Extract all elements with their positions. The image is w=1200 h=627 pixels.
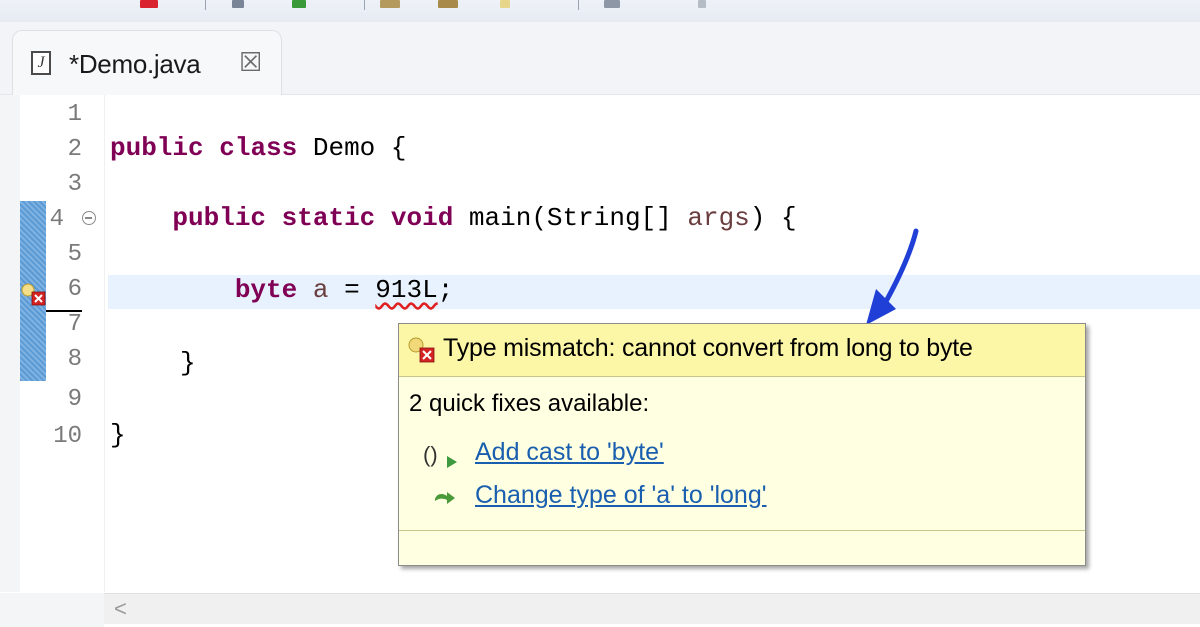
main-toolbar xyxy=(0,0,1200,23)
toolbar-separator xyxy=(205,0,206,10)
cast-icon: () xyxy=(423,442,457,468)
variable-name: a xyxy=(312,275,329,305)
popup-header: Type mismatch: cannot convert from long … xyxy=(399,324,1085,377)
pointer-icon[interactable] xyxy=(698,0,706,8)
svg-text:(): () xyxy=(423,442,438,467)
change-type-icon xyxy=(435,492,455,504)
tab-title: *Demo.java xyxy=(69,49,201,79)
error-literal[interactable]: 913L xyxy=(375,275,437,305)
tab-demo-java[interactable]: J *Demo.java ☒ xyxy=(12,30,282,95)
pin-icon[interactable] xyxy=(232,0,244,8)
quick-fix-error-icon[interactable] xyxy=(20,282,48,306)
editor-tab-bar: J *Demo.java ☒ xyxy=(0,22,1200,95)
run-icon[interactable] xyxy=(292,0,306,8)
folder-icon[interactable] xyxy=(380,0,400,8)
line-number: 2 xyxy=(67,136,82,163)
code-line-10[interactable]: } xyxy=(110,420,126,450)
keyword: void xyxy=(390,203,454,233)
line-number-gutter xyxy=(46,95,105,592)
fix-change-type-link[interactable]: Change type of 'a' to 'long' xyxy=(475,481,767,510)
class-name: Demo { xyxy=(312,133,407,163)
keyword: static xyxy=(281,203,376,233)
annotation-arrow-icon xyxy=(866,228,919,325)
stop-icon[interactable] xyxy=(140,0,158,8)
editor-bottom-corner xyxy=(0,593,104,627)
window-icon[interactable] xyxy=(604,0,620,8)
code-punctuation: ) { xyxy=(749,203,797,233)
operator: = xyxy=(344,275,360,305)
error-message: Type mismatch: cannot convert from long … xyxy=(443,334,973,362)
parameter-name: args xyxy=(687,203,750,233)
horizontal-scrollbar[interactable]: < xyxy=(104,593,1200,624)
keyword: byte xyxy=(234,275,298,305)
code-line-4[interactable]: public static void main(String[] args) { xyxy=(110,203,797,233)
code-line-8[interactable]: } xyxy=(180,348,196,378)
vertical-ruler xyxy=(0,95,20,592)
toolbar-separator xyxy=(364,0,365,10)
keyword: public xyxy=(110,133,204,163)
line-number: 7 xyxy=(67,311,82,338)
error-lightbulb-icon xyxy=(408,337,435,363)
package-icon[interactable] xyxy=(438,0,458,8)
line-number: 6 xyxy=(67,276,82,303)
light-icon[interactable] xyxy=(500,0,510,8)
line-number: 8 xyxy=(67,346,82,373)
toolbar-separator xyxy=(578,0,579,10)
code-line-6[interactable]: byte a = 913L; xyxy=(110,275,454,305)
java-file-icon: J xyxy=(31,51,51,75)
line-marker-underline xyxy=(46,310,82,312)
code-line-2[interactable]: public class Demo { xyxy=(110,133,406,163)
method-signature: main(String[] xyxy=(468,203,688,233)
line-number: 10 xyxy=(53,423,82,450)
line-number: 9 xyxy=(67,386,82,413)
line-number: 5 xyxy=(67,241,82,268)
popup-footer-divider xyxy=(399,530,1085,531)
scroll-left-icon[interactable]: < xyxy=(114,596,127,622)
line-number: 1 xyxy=(67,101,82,128)
quick-fix-hover-popup: Type mismatch: cannot convert from long … xyxy=(398,323,1086,566)
semicolon: ; xyxy=(437,275,454,305)
keyword: public xyxy=(172,203,267,233)
line-number: 3 xyxy=(67,171,82,198)
quick-fix-count: 2 quick fixes available: xyxy=(409,390,650,417)
close-icon[interactable]: ☒ xyxy=(239,47,262,78)
keyword: class xyxy=(219,133,298,163)
fix-add-cast-link[interactable]: Add cast to 'byte' xyxy=(475,438,664,467)
fold-collapse-icon[interactable] xyxy=(82,211,96,225)
line-number: 4 xyxy=(49,206,64,233)
